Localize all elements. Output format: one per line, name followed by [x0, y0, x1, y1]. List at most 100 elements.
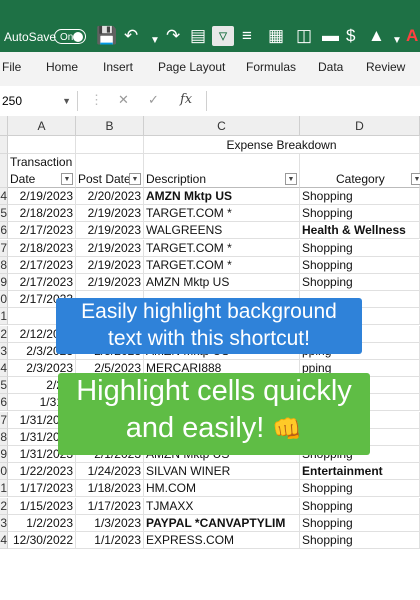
- dollar-icon[interactable]: $: [346, 26, 355, 46]
- cell-b[interactable]: 2/19/2023: [76, 240, 144, 257]
- column-header-d[interactable]: D: [300, 116, 420, 136]
- row-header[interactable]: 1: [0, 480, 8, 497]
- row-header[interactable]: 2: [0, 498, 8, 515]
- column-header-c[interactable]: C: [144, 116, 300, 136]
- select-all-corner[interactable]: [0, 116, 8, 136]
- cell-b[interactable]: 2/19/2023: [76, 222, 144, 239]
- cell-b[interactable]: 2/19/2023: [76, 257, 144, 274]
- name-box[interactable]: 250 ▼: [0, 91, 78, 111]
- column-header-b[interactable]: B: [76, 116, 144, 136]
- fill-dropdown-icon[interactable]: ▼: [392, 31, 402, 51]
- header-description[interactable]: Description ▼: [144, 154, 300, 188]
- cell-a[interactable]: 2/19/2023: [8, 188, 76, 205]
- confirm-icon[interactable]: ✓: [148, 92, 159, 108]
- filter-dropdown-icon[interactable]: ▼: [61, 173, 73, 185]
- row-header[interactable]: [0, 136, 8, 154]
- cell-c[interactable]: TARGET.COM *: [144, 257, 300, 274]
- row-header[interactable]: 3: [0, 343, 8, 360]
- row-header[interactable]: 9: [0, 274, 8, 291]
- cell-d[interactable]: Shopping: [300, 515, 420, 532]
- row-header[interactable]: [0, 154, 8, 188]
- merge-icon[interactable]: ◫: [296, 26, 312, 46]
- cell-b[interactable]: 1/1/2023: [76, 532, 144, 549]
- chevron-down-icon[interactable]: ▼: [62, 91, 71, 111]
- row-header[interactable]: 4: [0, 188, 8, 205]
- row-header[interactable]: 2: [0, 326, 8, 343]
- cell-d[interactable]: Shopping: [300, 498, 420, 515]
- row-header[interactable]: 4: [0, 360, 8, 377]
- merged-header-expense-breakdown[interactable]: Expense Breakdown: [144, 136, 420, 154]
- header-post-date[interactable]: Post Date ▼: [76, 154, 144, 188]
- form-icon[interactable]: ▤: [190, 26, 206, 46]
- table-icon[interactable]: ▦: [268, 26, 284, 46]
- cell-c[interactable]: TARGET.COM *: [144, 205, 300, 222]
- row-header[interactable]: 7: [0, 240, 8, 257]
- tab-home[interactable]: Home: [46, 60, 78, 74]
- cell-c[interactable]: WALGREENS: [144, 222, 300, 239]
- header-spacer[interactable]: [8, 136, 76, 154]
- cell-c[interactable]: PAYPAL *CANVAPTYLIM: [144, 515, 300, 532]
- undo-icon[interactable]: ↶: [124, 26, 138, 46]
- cell-c[interactable]: TARGET.COM *: [144, 240, 300, 257]
- cell-a[interactable]: 2/17/2023: [8, 222, 76, 239]
- cell-d[interactable]: Shopping: [300, 188, 420, 205]
- autosave-toggle[interactable]: On: [54, 29, 86, 44]
- row-header[interactable]: 6: [0, 394, 8, 411]
- row-header[interactable]: 9: [0, 446, 8, 463]
- row-header[interactable]: 3: [0, 515, 8, 532]
- row-header[interactable]: 0: [0, 291, 8, 308]
- cell-d[interactable]: Shopping: [300, 205, 420, 222]
- row-header[interactable]: 4: [0, 532, 8, 549]
- cell-c[interactable]: EXPRESS.COM: [144, 532, 300, 549]
- tab-insert[interactable]: Insert: [103, 60, 133, 74]
- row-header[interactable]: 5: [0, 205, 8, 222]
- tab-page-layout[interactable]: Page Layout: [158, 60, 225, 74]
- header-spacer[interactable]: [76, 136, 144, 154]
- align-icon[interactable]: ≡: [242, 26, 252, 46]
- save-icon[interactable]: 💾: [96, 26, 117, 46]
- cell-d[interactable]: Shopping: [300, 532, 420, 549]
- cell-d[interactable]: Entertainment: [300, 463, 420, 480]
- cell-a[interactable]: 12/30/2022: [8, 532, 76, 549]
- cancel-icon[interactable]: ✕: [118, 92, 129, 108]
- row-header[interactable]: 5: [0, 377, 8, 394]
- cell-c[interactable]: SILVAN WINER: [144, 463, 300, 480]
- filter-dropdown-icon[interactable]: ▼: [285, 173, 297, 185]
- row-header[interactable]: 0: [0, 463, 8, 480]
- insert-function-button[interactable]: fx: [180, 92, 192, 107]
- filter-icon[interactable]: ▿: [212, 26, 234, 46]
- undo-dropdown-icon[interactable]: ▼: [150, 31, 160, 51]
- row-header[interactable]: 8: [0, 429, 8, 446]
- cell-d[interactable]: Health & Wellness: [300, 222, 420, 239]
- cell-a[interactable]: 2/17/2023: [8, 257, 76, 274]
- cell-b[interactable]: 1/3/2023: [76, 515, 144, 532]
- cell-c[interactable]: AMZN Mktp US: [144, 188, 300, 205]
- cell-b[interactable]: 2/19/2023: [76, 205, 144, 222]
- tab-file[interactable]: File: [2, 60, 21, 74]
- cell-c[interactable]: HM.COM: [144, 480, 300, 497]
- cell-a[interactable]: 2/17/2023: [8, 274, 76, 291]
- formula-input[interactable]: [206, 91, 420, 111]
- tab-review[interactable]: Review: [366, 60, 405, 74]
- row-header[interactable]: 1: [0, 308, 8, 325]
- cell-a[interactable]: 1/15/2023: [8, 498, 76, 515]
- redo-icon[interactable]: ↷: [166, 26, 180, 46]
- cell-d[interactable]: Shopping: [300, 480, 420, 497]
- filter-dropdown-icon[interactable]: ▼: [129, 173, 141, 185]
- cell-d[interactable]: Shopping: [300, 274, 420, 291]
- cell-d[interactable]: Shopping: [300, 240, 420, 257]
- cell-d[interactable]: Shopping: [300, 257, 420, 274]
- filter-dropdown-icon[interactable]: ▼: [411, 173, 420, 185]
- cell-c[interactable]: AMZN Mktp US: [144, 274, 300, 291]
- cell-c[interactable]: TJMAXX: [144, 498, 300, 515]
- tab-data[interactable]: Data: [318, 60, 343, 74]
- wrap-icon[interactable]: ▬: [322, 26, 339, 46]
- cell-b[interactable]: 2/19/2023: [76, 274, 144, 291]
- cell-a[interactable]: 1/22/2023: [8, 463, 76, 480]
- tab-formulas[interactable]: Formulas: [246, 60, 296, 74]
- cell-b[interactable]: 1/24/2023: [76, 463, 144, 480]
- cell-a[interactable]: 2/18/2023: [8, 205, 76, 222]
- font-color-icon[interactable]: A: [406, 26, 418, 46]
- row-header[interactable]: 8: [0, 257, 8, 274]
- cell-a[interactable]: 1/17/2023: [8, 480, 76, 497]
